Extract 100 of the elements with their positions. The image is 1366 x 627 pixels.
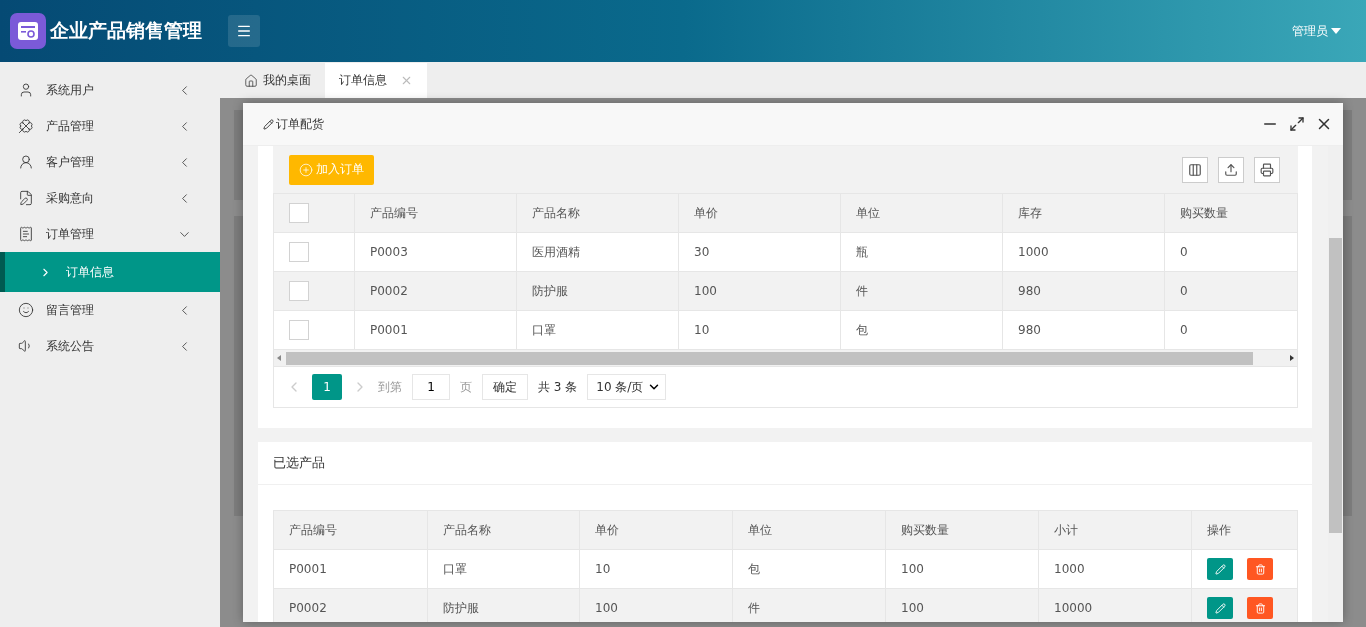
page-button[interactable]: 1 [312,374,342,400]
table-cell: P0002 [274,589,428,622]
table-cell: 1000 [1039,550,1192,589]
card-title: 已选产品 [273,454,325,472]
table-cell: 包 [733,550,886,589]
table-cell: 件 [841,272,1003,311]
row-checkbox[interactable] [289,281,309,301]
column-header: 库存 [1003,194,1165,233]
table-cell: 10 [679,311,841,350]
table-cell: P0003 [355,233,517,272]
pencil-icon [1214,563,1226,575]
column-header: 单价 [580,511,733,550]
table-cell: 100 [886,589,1039,622]
column-header: 产品编号 [274,511,428,550]
page-input[interactable]: 1 [412,374,450,400]
sidebar-item[interactable]: 客户管理 [0,144,220,180]
table-cell: 包 [841,311,1003,350]
total-count: 共 3 条 [538,378,578,396]
column-header: 操作 [1192,511,1297,550]
column-header: 单位 [733,511,886,550]
sidebar-item-label: 留言管理 [46,301,95,319]
table-cell: 件 [733,589,886,622]
sidebar-item[interactable]: 产品管理 [0,108,220,144]
sidebar-item[interactable]: 系统公告 [0,328,220,364]
delete-button[interactable] [1247,558,1273,580]
table-cell: 10 [580,550,733,589]
sidebar-item[interactable]: 留言管理 [0,292,220,328]
print-icon [1260,162,1274,177]
page-size-select[interactable]: 10 条/页 [587,374,667,400]
table-cell: 口罩 [517,311,679,350]
column-header: 购买数量 [886,511,1039,550]
sidebar-item[interactable]: 系统用户 [0,72,220,108]
tab-label: 订单信息 [339,72,387,89]
sidebar-item-label: 客户管理 [46,153,95,171]
trash-icon [1254,563,1266,575]
sidebar-item-label: 产品管理 [46,117,95,135]
edit-button[interactable] [1207,558,1233,580]
tab-label: 我的桌面 [263,72,311,89]
table-cell: 980 [1003,311,1165,350]
confirm-button[interactable]: 确定 [482,374,528,400]
column-header: 产品名称 [517,194,679,233]
user-icon [18,82,34,98]
columns-button[interactable] [1182,156,1208,183]
app-title: 企业产品销售管理 [50,18,202,43]
home-icon [244,73,258,88]
column-header: 产品编号 [355,194,517,233]
sidebar-item-label: 系统用户 [46,81,95,99]
table-cell: 100 [679,272,841,311]
table-cell: 100 [580,589,733,622]
upload-icon [1224,162,1238,177]
sidebar-item[interactable]: 采购意向 [0,180,220,216]
receipt-icon [18,226,34,242]
trash-icon [1254,602,1266,614]
sidebar-item-label: 订单管理 [46,225,95,243]
export-button[interactable] [1218,156,1244,183]
table-cell: 100 [886,550,1039,589]
sidebar-item[interactable]: 订单管理 [0,216,220,252]
column-header: 购买数量 [1165,194,1297,233]
edit-button[interactable] [1207,597,1233,619]
goto-label: 到第 [378,378,402,396]
horizontal-scrollbar[interactable] [273,350,1298,366]
table-cell: 防护服 [517,272,679,311]
table-cell: 1000 [1003,233,1165,272]
sidebar-subitem[interactable]: 订单信息 [0,252,220,292]
smiley-icon [18,302,34,318]
menu-icon [236,23,252,39]
columns-icon [1188,162,1202,177]
dialog-title: 订单配货 [276,115,324,133]
delete-button[interactable] [1247,597,1273,619]
plus-circle-icon [299,162,313,177]
menu-button[interactable] [228,15,260,47]
tab[interactable]: 订单信息 [325,63,427,98]
pencil-icon [1214,602,1226,614]
table-cell: 0 [1165,272,1297,311]
table-cell: 10000 [1039,589,1192,622]
column-header: 单价 [679,194,841,233]
tab[interactable]: 我的桌面 [230,63,325,98]
pencil-icon [263,118,274,130]
table-cell: 瓶 [841,233,1003,272]
table-cell: P0001 [274,550,428,589]
table-cell: P0002 [355,272,517,311]
caret-down-icon [1330,27,1342,35]
table-cell: 30 [679,233,841,272]
row-checkbox[interactable] [289,242,309,262]
print-button[interactable] [1254,156,1280,183]
app-logo-icon [10,13,46,49]
note-edit-icon [18,190,34,206]
select-all-checkbox[interactable] [289,203,309,223]
clover-icon [18,118,34,134]
row-checkbox[interactable] [289,320,309,340]
table-cell: P0001 [355,311,517,350]
sidebar-item-label: 采购意向 [46,189,95,207]
table-cell: 980 [1003,272,1165,311]
sidebar-subitem-label: 订单信息 [66,263,114,281]
page-unit: 页 [460,378,472,396]
vertical-scrollbar[interactable] [1328,146,1343,622]
sidebar-item-label: 系统公告 [46,337,95,355]
maximize-icon[interactable] [1289,116,1305,132]
table-cell: 防护服 [428,589,580,622]
column-header: 产品名称 [428,511,580,550]
